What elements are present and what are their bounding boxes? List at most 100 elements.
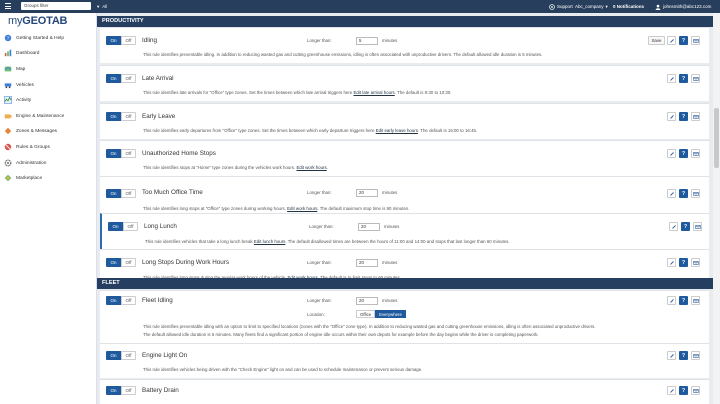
toggle-off[interactable]: Off [121,112,136,121]
help-button[interactable]: ? [679,189,688,198]
sidebar: myGEOTAB ? Getting Started & Help Dashboa… [0,13,97,404]
user-menu[interactable]: johnsmith@abc123.com [655,0,711,13]
location-office[interactable]: Office [356,310,376,318]
rule-too-much-office-time: On Off Too Much Office Time Longer than: … [100,176,709,213]
sidebar-item-map[interactable]: Map [4,64,25,74]
groups-filter-input[interactable]: Groups filter [21,2,91,10]
edit-button[interactable] [667,351,676,360]
toggle-off[interactable]: Off [121,386,136,395]
help-button[interactable]: ? [679,296,688,305]
duration-input[interactable]: 20 [356,297,378,305]
rule-toggle[interactable]: On Off [106,74,138,83]
edit-button[interactable] [667,189,676,198]
sidebar-item-help[interactable]: ? Getting Started & Help [4,33,64,43]
duration-input[interactable]: 20 [358,223,380,231]
edit-late-arrival-hours-link[interactable]: Edit late arrival hours [353,90,394,95]
rule-toggle[interactable]: On Off [106,189,138,198]
sidebar-item-marketplace[interactable]: Marketplace [4,173,42,183]
toggle-on[interactable]: On [108,222,123,231]
edit-button[interactable] [667,112,676,121]
duration-input[interactable]: 20 [356,259,378,267]
edit-button[interactable] [667,296,676,305]
edit-work-hours-link[interactable]: Edit work hours [296,165,326,170]
edit-work-hours-link[interactable]: Edit work hours [287,206,317,211]
email-button[interactable] [691,351,700,360]
edit-button[interactable] [667,36,676,45]
sidebar-item-engine[interactable]: Engine & Maintenance [4,111,64,121]
location-selector[interactable]: Office Everywhere [356,310,406,318]
toggle-off[interactable]: Off [121,36,136,45]
edit-lunch-hours-link[interactable]: Edit lunch hours [254,239,286,244]
scrollbar-thumb[interactable] [714,108,719,168]
toggle-off[interactable]: Off [121,351,136,360]
toggle-on[interactable]: On [106,189,121,198]
support-link[interactable]: Support [549,0,573,13]
rule-toggle[interactable]: On Off [106,36,138,45]
rule-title: Long Stops During Work Hours [142,259,230,266]
sidebar-item-rules[interactable]: Rules & Groups [4,142,50,152]
toggle-on[interactable]: On [106,351,121,360]
email-button[interactable] [691,74,700,83]
sidebar-item-dashboard[interactable]: Dashboard [4,48,39,58]
edit-button[interactable] [667,74,676,83]
edit-early-leave-hours-link[interactable]: Edit early leave hours [376,128,418,133]
email-button[interactable] [691,386,700,395]
rule-unauthorized-home-stops: On Off Unauthorized Home Stops ? This rul… [100,140,709,176]
edit-button[interactable] [667,386,676,395]
toggle-off[interactable]: Off [121,189,136,198]
sidebar-item-vehicles[interactable]: Vehicles [4,80,34,90]
toggle-off[interactable]: Off [121,258,136,267]
toggle-on[interactable]: On [106,149,121,158]
rule-toggle[interactable]: On Off [106,351,138,360]
notifications-button[interactable]: 0 Notifications [613,0,644,13]
toggle-on[interactable]: On [106,296,121,305]
sidebar-item-administration[interactable]: Administration [4,158,46,168]
rule-toggle[interactable]: On Off [106,112,138,121]
sidebar-item-zones[interactable]: Zones & Messages [4,126,57,136]
toggle-off[interactable]: Off [121,149,136,158]
vertical-scrollbar[interactable] [713,13,720,404]
help-button[interactable]: ? [679,36,688,45]
duration-input[interactable]: 20 [356,189,378,197]
desc-text: This rule identifies vehicles that take … [145,239,253,244]
edit-button[interactable] [667,258,676,267]
help-button[interactable]: ? [679,258,688,267]
location-everywhere[interactable]: Everywhere [375,310,406,318]
email-button[interactable] [691,189,700,198]
toggle-off[interactable]: Off [121,296,136,305]
menu-icon[interactable] [5,3,11,9]
rule-toggle[interactable]: On Off [106,296,138,305]
help-button[interactable]: ? [679,149,688,158]
help-button[interactable]: ? [679,386,688,395]
toggle-on[interactable]: On [106,386,121,395]
edit-button[interactable] [669,222,678,231]
rule-title: Unauthorized Home Stops [142,150,216,157]
save-button[interactable]: Save [648,36,665,45]
company-selector[interactable]: Abc_company ▾ [575,0,608,13]
email-button[interactable] [693,222,702,231]
help-button[interactable]: ? [681,222,690,231]
toggle-on[interactable]: On [106,36,121,45]
email-button[interactable] [691,296,700,305]
email-button[interactable] [691,36,700,45]
rule-toggle[interactable]: On Off [106,258,138,267]
toggle-on[interactable]: On [106,112,121,121]
toggle-off[interactable]: Off [121,74,136,83]
toggle-off[interactable]: Off [123,222,138,231]
duration-input[interactable]: 5 [356,37,378,45]
help-button[interactable]: ? [679,351,688,360]
email-button[interactable] [691,258,700,267]
rule-toggle[interactable]: On Off [108,222,140,231]
toggle-on[interactable]: On [106,258,121,267]
help-button[interactable]: ? [679,112,688,121]
rule-toggle[interactable]: On Off [106,149,138,158]
all-groups-selector[interactable]: ▾ All [97,0,107,13]
pencil-icon [669,260,674,265]
help-button[interactable]: ? [679,74,688,83]
sidebar-item-activity[interactable]: Activity [4,95,31,105]
email-button[interactable] [691,149,700,158]
edit-button[interactable] [667,149,676,158]
rule-toggle[interactable]: On Off [106,386,138,395]
toggle-on[interactable]: On [106,74,121,83]
email-button[interactable] [691,112,700,121]
